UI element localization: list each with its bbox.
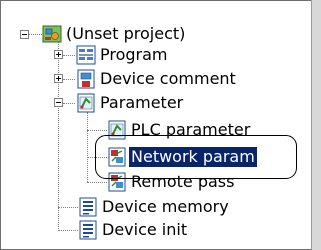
- device-comment-icon: [77, 69, 95, 89]
- tree-line: [87, 112, 88, 182]
- tree-line: [87, 157, 107, 158]
- project-tree: (Unset project) Program Device comment P…: [0, 0, 310, 250]
- tree-item-network-param[interactable]: Network param: [129, 145, 257, 169]
- tree-item-parameter[interactable]: Parameter: [98, 91, 185, 115]
- tree-item-label: Remote pass: [131, 172, 235, 191]
- tree-line: [63, 79, 75, 80]
- parameter-icon: [77, 93, 95, 113]
- tree-item-label: Network param: [129, 147, 257, 167]
- tree-line: [87, 130, 107, 131]
- network-param-icon: [108, 147, 126, 167]
- plc-parameter-icon: [108, 120, 126, 140]
- tree-item-device-comment[interactable]: Device comment: [98, 67, 238, 91]
- device-memory-icon: [79, 197, 97, 217]
- tree-item-device-memory[interactable]: Device memory: [100, 195, 231, 219]
- tree-line: [63, 103, 75, 104]
- tree-item-label: Device memory: [102, 197, 229, 216]
- tree-line: [58, 230, 78, 231]
- expand-toggle-device-comment[interactable]: [54, 74, 63, 83]
- tree-line: [63, 55, 75, 56]
- tree-item-label: Device init: [102, 220, 188, 239]
- expand-toggle-program[interactable]: [54, 50, 63, 59]
- tree-item-label: Parameter: [100, 93, 184, 112]
- remote-pass-icon: [108, 172, 126, 192]
- collapse-toggle-root[interactable]: [20, 30, 29, 39]
- tree-item-label: (Unset project): [66, 24, 186, 43]
- panel-edge: [311, 0, 321, 250]
- tree-line: [87, 182, 107, 183]
- program-icon: [76, 45, 96, 65]
- tree-item-label: Program: [100, 45, 168, 64]
- tree-item-program[interactable]: Program: [98, 43, 170, 67]
- tree-item-label: PLC parameter: [131, 120, 251, 139]
- collapse-toggle-parameter[interactable]: [54, 98, 63, 107]
- tree-item-device-init[interactable]: Device init: [100, 218, 189, 242]
- tree-item-remote-pass[interactable]: Remote pass: [129, 170, 236, 194]
- device-init-icon: [79, 220, 97, 240]
- tree-line: [58, 207, 78, 208]
- tree-line: [58, 34, 59, 229]
- project-icon: [42, 25, 62, 43]
- tree-item-label: Device comment: [100, 69, 236, 88]
- tree-item-plc-parameter[interactable]: PLC parameter: [129, 118, 252, 142]
